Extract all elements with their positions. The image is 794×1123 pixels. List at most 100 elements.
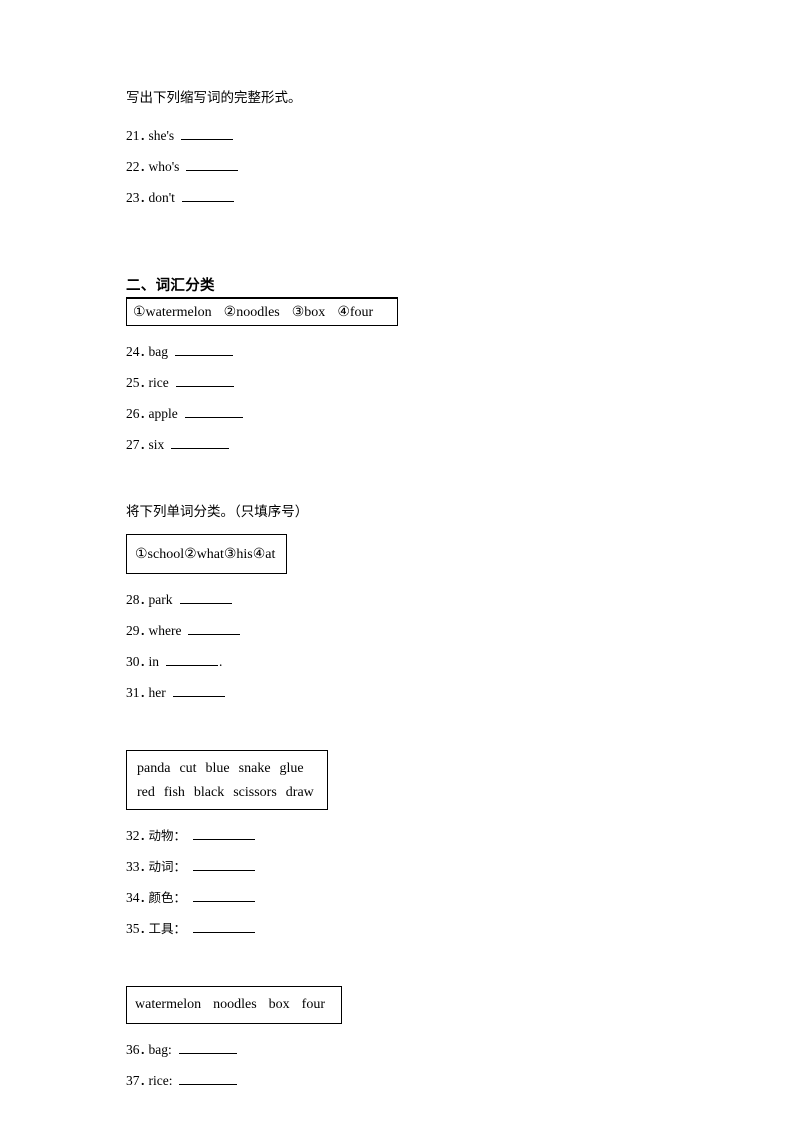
- question-text: apple: [148, 406, 178, 421]
- question-text: rice:: [148, 1073, 173, 1088]
- question-text: six: [148, 437, 165, 452]
- section-heading: 二、词汇分类: [126, 278, 215, 294]
- word-option: watermelon: [135, 997, 202, 1012]
- question-text: park: [148, 592, 173, 607]
- question-group-2: 24．bag 25．rice 26．apple 27．six: [126, 336, 666, 460]
- answer-blank[interactable]: [193, 890, 256, 902]
- question-item: 27．six: [126, 429, 666, 460]
- word-option: cut: [179, 761, 197, 776]
- question-item: 25．rice: [126, 367, 666, 398]
- word-option: ③box: [291, 304, 326, 320]
- question-text: rice: [148, 375, 169, 390]
- word-option: fish: [163, 785, 185, 800]
- word-option: ①watermelon: [133, 304, 212, 320]
- answer-blank[interactable]: [181, 128, 234, 140]
- word-option: noodles: [213, 997, 257, 1012]
- question-item: 32．动物：: [126, 820, 666, 851]
- question-item: 28．park: [126, 584, 666, 615]
- word-option: panda: [137, 761, 171, 776]
- word-option: ④four: [337, 304, 374, 320]
- question-number: 26: [126, 406, 140, 421]
- answer-blank[interactable]: [178, 1042, 237, 1054]
- question-number: 32: [126, 828, 140, 843]
- question-text: bag:: [148, 1042, 172, 1057]
- answer-blank[interactable]: [193, 921, 256, 933]
- question-item: 23．don't: [126, 182, 666, 213]
- question-number: 37: [126, 1073, 140, 1088]
- instruction-line-2: 将下列单词分类。（只填序号）: [126, 504, 309, 520]
- answer-blank[interactable]: [166, 654, 219, 666]
- question-number: 22: [126, 159, 140, 174]
- word-bank-row: panda cut blue snake glue: [137, 757, 317, 781]
- question-item: 26．apple: [126, 398, 666, 429]
- answer-blank[interactable]: [179, 592, 232, 604]
- question-tail: .: [219, 654, 223, 669]
- answer-blank[interactable]: [172, 685, 225, 697]
- question-group-5: 36 ． bag: 37．rice:: [126, 1034, 666, 1096]
- question-dot: ．: [139, 1073, 154, 1088]
- question-text: bag: [148, 344, 169, 359]
- question-text: who's: [148, 159, 180, 174]
- word-bank-row: red fish black scissors draw: [137, 781, 317, 805]
- answer-blank[interactable]: [175, 344, 233, 356]
- question-item: 33．动词：: [126, 851, 666, 882]
- question-item: 30．in.: [126, 646, 666, 677]
- word-bank-box-1: ①watermelon ②noodles ③box ④four: [126, 298, 398, 326]
- answer-blank[interactable]: [171, 437, 230, 449]
- word-bank-content: ①school②what③his④at: [135, 546, 276, 562]
- answer-blank[interactable]: [184, 406, 243, 418]
- question-dot: ．: [139, 654, 154, 669]
- question-text: 颜色：: [148, 890, 187, 905]
- word-option: ②noodles: [223, 304, 280, 320]
- question-text: in: [148, 654, 160, 669]
- question-number: 30: [126, 654, 140, 669]
- question-item: 22．who's: [126, 151, 666, 182]
- question-number: 24: [126, 344, 140, 359]
- question-item: 37．rice:: [126, 1065, 666, 1096]
- question-number: 27: [126, 437, 140, 452]
- question-dot: ．: [139, 859, 154, 874]
- word-option: box: [268, 997, 290, 1012]
- word-bank-box-4: watermelon noodles box four: [126, 986, 342, 1024]
- answer-blank[interactable]: [181, 190, 234, 202]
- question-dot: ．: [139, 406, 154, 421]
- question-text: 工具：: [148, 921, 187, 936]
- question-text: 动物：: [148, 828, 187, 843]
- word-option: scissors: [233, 785, 277, 800]
- question-text: her: [148, 685, 166, 700]
- instruction-line-1: 写出下列缩写词的完整形式。: [126, 90, 302, 106]
- question-dot: ．: [139, 592, 154, 607]
- question-number: 21: [126, 128, 140, 143]
- question-dot: ．: [139, 623, 154, 638]
- word-option: red: [137, 785, 155, 800]
- question-number: 33: [126, 859, 140, 874]
- document-content: 写出下列缩写词的完整形式。 21．she's 22．who's 23．don't…: [126, 88, 666, 1096]
- question-number: 25: [126, 375, 140, 390]
- answer-blank[interactable]: [186, 159, 239, 171]
- question-number: 34: [126, 890, 140, 905]
- question-group-1: 21．she's 22．who's 23．don't: [126, 120, 666, 213]
- question-number: 36: [126, 1042, 140, 1057]
- question-text: she's: [148, 128, 175, 143]
- answer-blank[interactable]: [188, 623, 241, 635]
- word-option: draw: [285, 785, 314, 800]
- question-dot: ．: [139, 921, 154, 936]
- word-bank-content: ①watermelon ②noodles ③box ④four: [133, 304, 373, 321]
- question-dot: ．: [139, 890, 154, 905]
- word-bank-box-3: panda cut blue snake glue red fish black scisso…: [126, 750, 328, 810]
- question-dot: ．: [139, 190, 154, 205]
- answer-blank[interactable]: [193, 828, 256, 840]
- question-number: 23: [126, 190, 140, 205]
- answer-blank[interactable]: [179, 1073, 238, 1085]
- answer-blank[interactable]: [193, 859, 256, 871]
- question-item: 21．she's: [126, 120, 666, 151]
- question-item: 24．bag: [126, 336, 666, 367]
- answer-blank[interactable]: [175, 375, 234, 387]
- question-dot: ．: [139, 344, 154, 359]
- question-number: 35: [126, 921, 140, 936]
